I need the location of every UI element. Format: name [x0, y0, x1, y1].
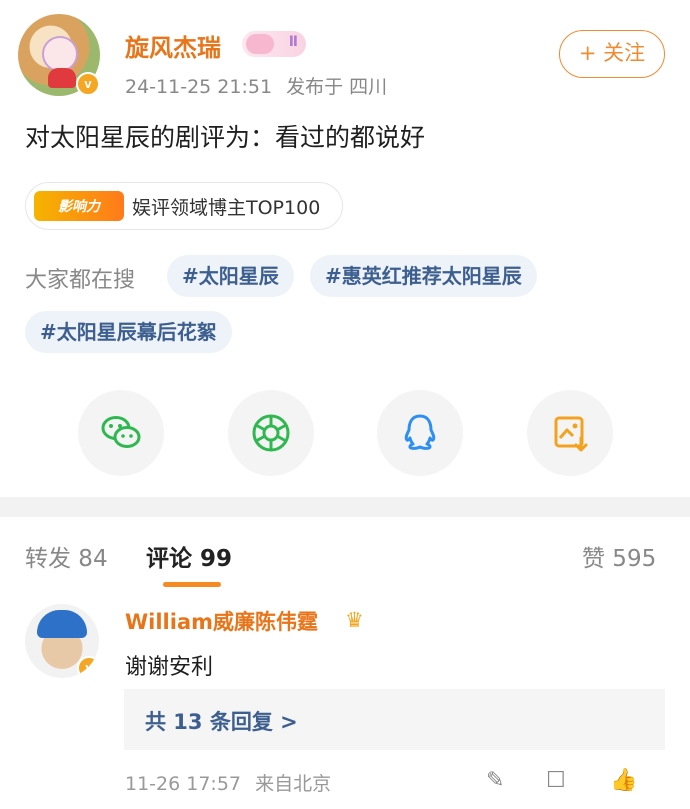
- post-timestamp: 24-11-25 21:51: [125, 76, 273, 98]
- verified-icon: v: [76, 72, 100, 96]
- commenter-avatar[interactable]: v: [25, 604, 99, 678]
- share-qq-button[interactable]: [377, 390, 463, 476]
- edit-icon[interactable]: ✎: [486, 768, 504, 793]
- follow-button[interactable]: + 关注: [559, 30, 665, 78]
- avatar-hat: [37, 610, 87, 638]
- active-tab-indicator: [163, 582, 221, 587]
- post-body: 对太阳星辰的剧评为：看过的都说好: [25, 123, 426, 152]
- hashtag-tag[interactable]: #太阳星辰: [167, 255, 294, 297]
- share-wechat-button[interactable]: [78, 390, 164, 476]
- save-image-icon: [554, 416, 588, 452]
- post-header: v 旋风杰瑞 Ⅱ 24-11-25 21:51 发布于 四川 + 关注: [0, 0, 690, 110]
- tab-comments[interactable]: 评论 99: [146, 539, 232, 573]
- author-name[interactable]: 旋风杰瑞: [125, 28, 221, 63]
- post-location: 发布于 四川: [286, 76, 388, 98]
- wechat-icon: [101, 416, 141, 448]
- tab-likes[interactable]: 赞 595: [582, 539, 656, 573]
- interaction-tabs: 转发 84 评论 99 赞 595: [0, 517, 690, 597]
- hashtag-tag[interactable]: #惠英红推荐太阳星辰: [310, 255, 537, 297]
- avatar-face: [42, 36, 78, 72]
- comment-icon[interactable]: ☐: [546, 768, 566, 793]
- share-moments-button[interactable]: [228, 390, 314, 476]
- post-meta: 24-11-25 21:51 发布于 四川: [125, 72, 387, 99]
- comment-time: 11-26 17:57: [125, 773, 242, 795]
- comment-text: 谢谢安利: [125, 655, 214, 680]
- hashtag-tag[interactable]: #太阳星辰幕后花絮: [25, 311, 232, 353]
- qq-icon: [404, 414, 436, 450]
- influence-chip[interactable]: 影响力 娱评领域博主TOP100: [25, 182, 344, 230]
- moments-icon: [252, 414, 290, 452]
- commenter-name[interactable]: William威廉陈伟霆: [125, 606, 318, 636]
- influence-badge: 影响力: [34, 191, 124, 221]
- comment-meta: 11-26 17:57 来自北京: [125, 769, 331, 796]
- replies-box[interactable]: 共 13 条回复 >: [124, 689, 665, 750]
- verified-icon: v: [77, 656, 99, 678]
- member-level-icon: Ⅱ: [242, 31, 306, 57]
- save-image-button[interactable]: [527, 390, 613, 476]
- pig-icon: [246, 34, 274, 54]
- tab-reposts[interactable]: 转发 84: [25, 539, 108, 573]
- influence-text: 娱评领域博主TOP100: [132, 196, 321, 219]
- comment-location: 来自北京: [255, 773, 332, 795]
- author-avatar[interactable]: v: [18, 14, 100, 96]
- level-label: Ⅱ: [288, 34, 298, 50]
- avatar-shirt: [48, 68, 76, 88]
- replies-link[interactable]: 共 13 条回复 >: [145, 706, 298, 736]
- trending-label: 大家都在搜: [25, 268, 136, 293]
- section-divider: [0, 497, 690, 517]
- like-icon[interactable]: 👍: [610, 768, 637, 793]
- crown-icon: ♛: [345, 608, 364, 632]
